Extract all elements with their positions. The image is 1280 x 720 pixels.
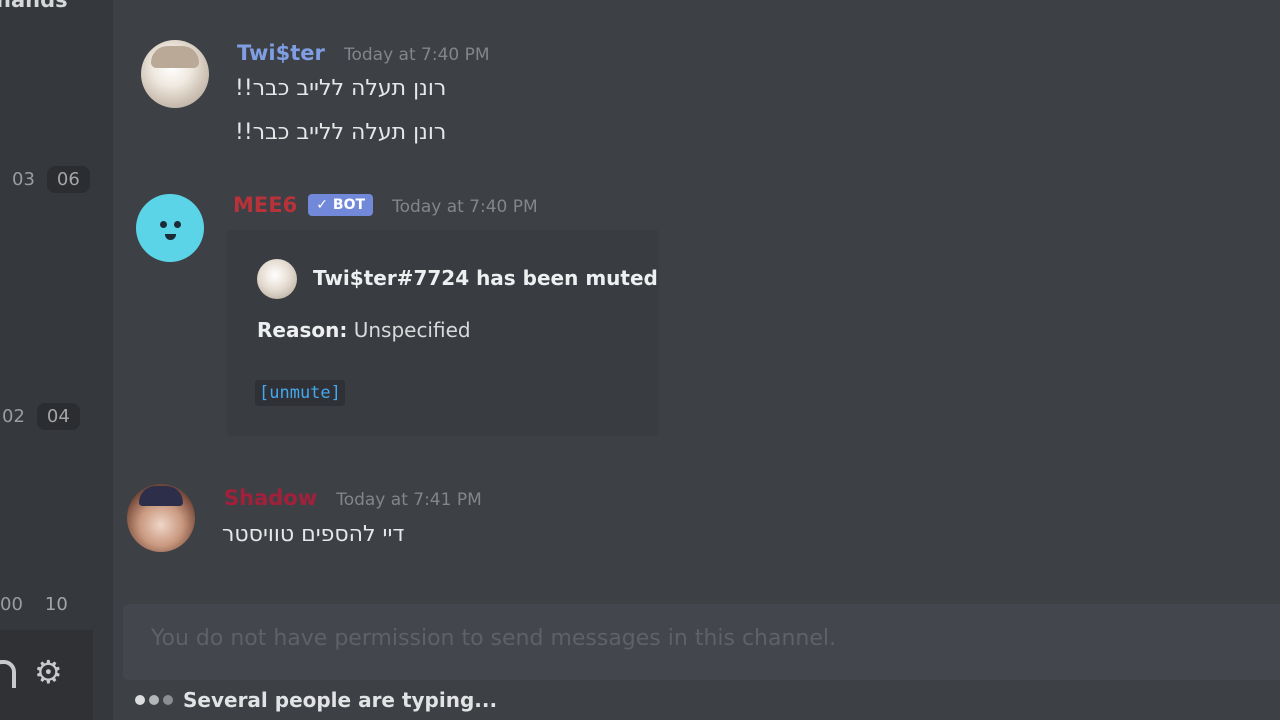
embed-avatar <box>257 259 297 299</box>
username[interactable]: Twi$ter <box>237 41 325 65</box>
typing-text: Several people are typing... <box>183 688 498 712</box>
channel-sidebar: hands 03 06 02 04 00 10 ⚙ <box>0 0 113 720</box>
typing-dot <box>135 695 145 705</box>
avatar[interactable] <box>127 484 195 552</box>
message-text: דיי להספים טוויסטר <box>222 522 405 547</box>
embed-title: Twi$ter#7724 has been muted <box>313 266 658 290</box>
user-panel: ⚙ <box>0 630 93 720</box>
timestamp: Today at 7:40 PM <box>343 45 490 65</box>
time-pill: 00 10 <box>0 593 68 615</box>
typing-dot <box>163 695 173 705</box>
message-header: Twi$ter Today at 7:40 PM <box>237 41 490 65</box>
reason-label: Reason: <box>257 318 348 342</box>
reason-value: Unspecified <box>353 318 471 342</box>
avatar[interactable] <box>136 194 204 262</box>
username[interactable]: MEE6 <box>233 193 297 217</box>
message-input[interactable]: You do not have permission to send messa… <box>123 604 1280 680</box>
message-text: רונן תעלה ללייב כבר!! <box>235 76 447 101</box>
message-header: MEE6 ✓ BOT Today at 7:40 PM <box>233 193 538 217</box>
message-group: Shadow Today at 7:41 PM דיי להספים טוויס… <box>113 470 813 570</box>
time-pill: 02 04 <box>2 401 80 431</box>
input-placeholder: You do not have permission to send messa… <box>151 626 836 651</box>
timestamp: Today at 7:41 PM <box>336 490 482 510</box>
typing-indicator: Several people are typing... <box>135 688 497 712</box>
avatar[interactable] <box>141 40 209 108</box>
headset-icon[interactable] <box>0 660 16 688</box>
username[interactable]: Shadow <box>224 486 317 510</box>
mute-embed: Twi$ter#7724 has been muted Reason: Unsp… <box>227 230 659 436</box>
chat-area: Twi$ter Today at 7:40 PM רונן תעלה ללייב… <box>113 0 1280 720</box>
message-text: רונן תעלה ללייב כבר!! <box>235 120 447 145</box>
message-group: Twi$ter Today at 7:40 PM רונן תעלה ללייב… <box>113 0 813 160</box>
unmute-link[interactable]: [unmute] <box>255 380 345 406</box>
timestamp: Today at 7:40 PM <box>392 197 538 217</box>
message-header: Shadow Today at 7:41 PM <box>224 486 482 510</box>
bot-badge: ✓ BOT <box>308 194 374 216</box>
channel-name-fragment[interactable]: hands <box>0 0 68 12</box>
time-pill: 03 06 <box>12 164 90 194</box>
gear-icon[interactable]: ⚙ <box>34 656 63 688</box>
typing-dot <box>149 695 159 705</box>
embed-reason: Reason: Unspecified <box>257 318 471 342</box>
